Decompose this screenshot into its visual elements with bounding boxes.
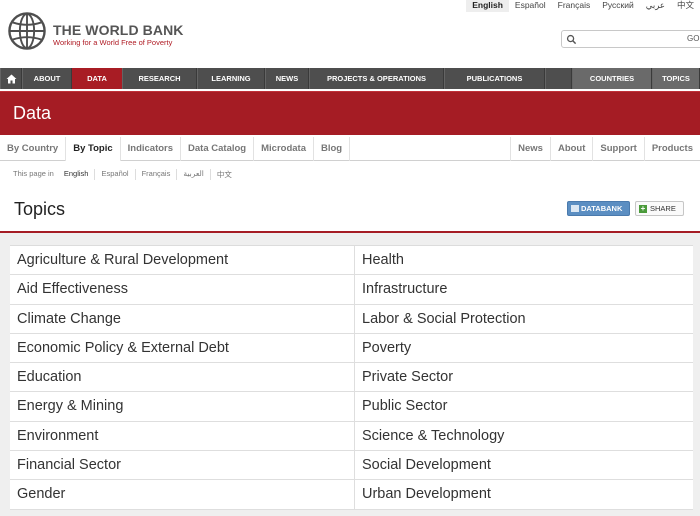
topic-link[interactable]: Financial Sector	[10, 451, 355, 480]
topics-table-container: Agriculture & Rural Development Health A…	[0, 233, 700, 516]
tab-by-country[interactable]: By Country	[0, 137, 67, 161]
databank-button[interactable]: DATABANK	[567, 201, 630, 216]
search-go-button[interactable]: GO	[687, 34, 699, 43]
tab-indicators[interactable]: Indicators	[121, 137, 182, 161]
databank-icon	[571, 205, 579, 212]
home-button[interactable]	[0, 68, 22, 89]
tab-products[interactable]: Products	[643, 137, 700, 161]
topic-link[interactable]: Public Sector	[355, 392, 693, 420]
topic-link[interactable]: Private Sector	[355, 363, 693, 391]
tab-about[interactable]: About	[549, 137, 592, 161]
topic-link[interactable]: Poverty	[355, 334, 693, 362]
world-bank-logo-icon[interactable]	[8, 12, 46, 50]
page-language-arabic[interactable]: العربية	[176, 169, 210, 180]
nav-topics[interactable]: TOPICS	[652, 68, 700, 89]
topic-link[interactable]: Climate Change	[10, 304, 355, 333]
tab-spacer	[350, 137, 510, 160]
tab-blog[interactable]: Blog	[314, 137, 351, 161]
page-language-francais[interactable]: Français	[134, 169, 177, 180]
topic-link[interactable]: Gender	[10, 480, 355, 509]
page-language-espanol[interactable]: Español	[94, 169, 134, 180]
topic-link[interactable]: Agriculture & Rural Development	[10, 246, 355, 275]
table-row: Aid Effectiveness Infrastructure	[10, 275, 693, 305]
table-row: Environment Science & Technology	[10, 421, 693, 452]
nav-countries[interactable]: COUNTRIES	[572, 68, 652, 89]
page-language-selector: This page in English Español Français ال…	[13, 169, 238, 180]
table-row: Financial Sector Social Development	[10, 451, 693, 481]
share-button-label: SHARE	[650, 204, 676, 213]
site-title[interactable]: THE WORLD BANK	[53, 22, 184, 38]
nav-news[interactable]: NEWS	[265, 68, 309, 89]
tab-support[interactable]: Support	[592, 137, 643, 161]
main-navigation: ABOUT DATA RESEARCH LEARNING NEWS PROJEC…	[0, 68, 700, 89]
table-row: Education Private Sector	[10, 363, 693, 393]
share-button[interactable]: + SHARE	[635, 201, 684, 216]
table-row: Climate Change Labor & Social Protection	[10, 304, 693, 334]
table-row: Agriculture & Rural Development Health	[10, 246, 693, 276]
sub-navigation-tabs: By Country By Topic Indicators Data Cata…	[0, 137, 700, 161]
topic-link[interactable]: Health	[355, 246, 693, 274]
topic-link[interactable]: Aid Effectiveness	[10, 275, 355, 304]
nav-about[interactable]: ABOUT	[22, 68, 72, 89]
nav-projects-operations[interactable]: PROJECTS & OPERATIONS	[309, 68, 444, 89]
topics-table: Agriculture & Rural Development Health A…	[10, 245, 693, 510]
topic-link[interactable]: Urban Development	[355, 480, 693, 508]
page-title: Topics	[14, 199, 66, 219]
section-title: Data	[13, 103, 52, 123]
page-language-label: This page in	[13, 169, 54, 178]
tab-news[interactable]: News	[510, 137, 550, 161]
nav-gap	[545, 68, 572, 89]
topic-link[interactable]: Science & Technology	[355, 422, 693, 450]
topic-link[interactable]: Environment	[10, 421, 355, 451]
topic-link[interactable]: Labor & Social Protection	[355, 305, 693, 333]
section-banner: Data	[0, 91, 700, 135]
tab-microdata[interactable]: Microdata	[254, 137, 314, 161]
databank-button-label: DATABANK	[581, 204, 623, 213]
page-language-english[interactable]: English	[60, 169, 95, 180]
topic-link[interactable]: Social Development	[355, 451, 693, 479]
site-tagline: Working for a World Free of Poverty	[53, 38, 173, 47]
nav-learning[interactable]: LEARNING	[197, 68, 265, 89]
home-icon	[6, 74, 16, 83]
topic-link[interactable]: Infrastructure	[355, 275, 693, 303]
nav-data[interactable]: DATA	[72, 68, 122, 89]
topic-link[interactable]: Economic Policy & External Debt	[10, 333, 355, 363]
table-row: Energy & Mining Public Sector	[10, 392, 693, 422]
table-row: Gender Urban Development	[10, 480, 693, 510]
nav-publications[interactable]: PUBLICATIONS	[444, 68, 545, 89]
topic-link[interactable]: Energy & Mining	[10, 392, 355, 421]
tab-data-catalog[interactable]: Data Catalog	[181, 137, 255, 161]
page-language-chinese[interactable]: 中文	[209, 169, 238, 180]
search-box: GO	[561, 30, 700, 48]
table-row: Economic Policy & External Debt Poverty	[10, 333, 693, 364]
site-header: THE WORLD BANK Working for a World Free …	[0, 0, 700, 66]
topic-link[interactable]: Education	[10, 363, 355, 392]
tab-by-topic[interactable]: By Topic	[66, 137, 121, 161]
search-icon	[566, 34, 577, 45]
search-input[interactable]	[580, 32, 680, 46]
nav-research[interactable]: RESEARCH	[122, 68, 197, 89]
plus-icon: +	[639, 204, 647, 213]
